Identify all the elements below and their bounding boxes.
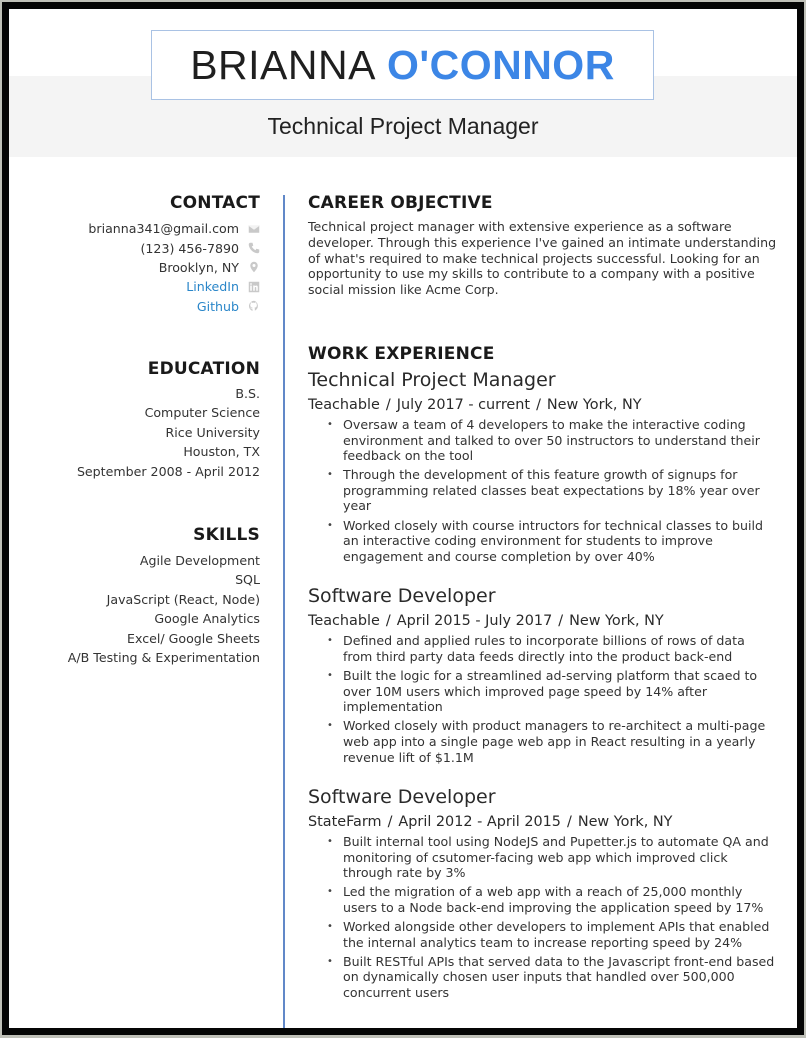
job-bullets: Defined and applied rules to incorporate… <box>308 633 778 765</box>
meta-separator: / <box>385 397 391 413</box>
contact-linkedin: LinkedIn <box>9 277 260 296</box>
meta-separator: / <box>387 814 393 831</box>
linkedin-link[interactable]: LinkedIn <box>186 279 239 294</box>
objective-title: CAREER OBJECTIVE <box>308 193 493 213</box>
meta-separator: / <box>566 814 572 831</box>
job-meta: Teachable / July 2017 - current / New York, … <box>308 395 778 415</box>
job-bullet: Through the development of this feature … <box>308 467 778 514</box>
education-title: EDUCATION <box>147 359 260 379</box>
skills-title: SKILLS <box>193 525 260 545</box>
location-text: Brooklyn, NY <box>158 259 239 275</box>
contact-section: CONTACT brianna341@gmail.com (123) 456-7… <box>9 193 260 316</box>
headline: Technical Project Manager <box>267 113 539 139</box>
job-title: Technical Project Manager <box>308 369 556 391</box>
skill-item: A/B Testing & Experimentation <box>67 650 260 666</box>
job-bullet: Worked closely with product managers to … <box>308 718 778 765</box>
job-entry: Software Developer Teachable / April 2015 … <box>308 584 778 765</box>
meta-separator: / <box>385 613 391 630</box>
job-company: StateFarm <box>308 814 382 831</box>
job-bullet: Worked alongside other developers to imp… <box>308 919 778 950</box>
objective-text: Technical project manager with extensive… <box>308 219 777 298</box>
objective-section: CAREER OBJECTIVE Technical project manag… <box>308 193 778 298</box>
meta-separator: / <box>536 397 541 413</box>
linkedin-icon <box>247 280 261 294</box>
job-title: Software Developer <box>308 585 496 608</box>
contact-title: CONTACT <box>169 193 260 213</box>
job-bullet: Built the logic for a streamlined ad-ser… <box>308 668 778 715</box>
job-dates: July 2017 - current <box>396 397 531 413</box>
job-dates: April 2012 - April 2015 <box>398 814 561 831</box>
email-text[interactable]: brianna341@gmail.com <box>88 221 239 236</box>
job-meta: Teachable / April 2015 - July 2017 / New Yor… <box>308 611 778 631</box>
skill-item: JavaScript (React, Node) <box>106 591 260 607</box>
skill-item: Agile Development <box>139 553 260 568</box>
job-location: New York, NY <box>569 613 664 630</box>
envelope-icon <box>247 222 261 236</box>
experience-title: WORK EXPERIENCE <box>308 344 495 364</box>
last-name: O'CONNOR <box>386 41 615 88</box>
education-location: Houston, TX <box>183 444 260 460</box>
job-bullet: Defined and applied rules to incorporate… <box>308 633 778 664</box>
resume-page: BRIANNA O'CONNOR Technical Project Manag… <box>9 9 797 1028</box>
education-section: EDUCATION B.S. Computer Science Rice Uni… <box>9 359 260 481</box>
first-name: BRIANNA <box>190 41 376 88</box>
name-box: BRIANNA O'CONNOR <box>151 30 654 100</box>
contact-location: Brooklyn, NY <box>9 258 260 277</box>
map-pin-icon <box>247 260 261 274</box>
job-bullet: Oversaw a team of 4 developers to make t… <box>308 417 778 464</box>
skill-item: Google Analytics <box>154 611 260 627</box>
github-icon <box>247 299 261 313</box>
contact-github: Github <box>9 297 260 316</box>
phone-text[interactable]: (123) 456-7890 <box>141 241 240 256</box>
github-link[interactable]: Github <box>197 299 239 314</box>
job-entry: Technical Project Manager Teachable / July… <box>308 368 778 564</box>
contact-email: brianna341@gmail.com <box>9 219 260 238</box>
job-meta: StateFarm / April 2012 - April 2015 / New Yo… <box>308 812 778 832</box>
skill-item: Excel/ Google Sheets <box>127 630 260 646</box>
job-bullet: Built RESTful APIs that served data to t… <box>308 954 778 1001</box>
job-dates: April 2015 - July 2017 <box>396 613 553 630</box>
job-bullets: Built internal tool using NodeJS and Pup… <box>308 834 778 1000</box>
job-title: Software Developer <box>308 786 496 809</box>
skill-item: SQL <box>235 572 260 588</box>
job-bullets: Oversaw a team of 4 developers to make t… <box>308 417 778 564</box>
job-location: New York, NY <box>577 814 673 831</box>
education-major: Computer Science <box>144 405 260 421</box>
experience-section: WORK EXPERIENCE Technical Project Manage… <box>308 344 778 1004</box>
contact-phone: (123) 456-7890 <box>9 238 260 257</box>
education-dates: September 2008 - April 2012 <box>76 463 260 479</box>
phone-icon <box>247 241 261 255</box>
job-bullet: Led the migration of a web app with a re… <box>308 884 778 915</box>
column-divider <box>283 195 285 1028</box>
job-bullet: Worked closely with course intructors fo… <box>308 518 778 565</box>
job-bullet: Built internal tool using NodeJS and Pup… <box>308 834 778 881</box>
meta-separator: / <box>558 613 564 630</box>
job-entry: Software Developer StateFarm / April 2012 … <box>308 785 778 1000</box>
job-company: Teachable <box>308 613 380 630</box>
education-school: Rice University <box>165 424 260 440</box>
education-degree: B.S. <box>235 386 260 401</box>
skills-section: SKILLS Agile Development SQL JavaScript … <box>9 525 260 667</box>
job-location: New York, NY <box>546 397 642 413</box>
job-company: Teachable <box>308 397 380 413</box>
